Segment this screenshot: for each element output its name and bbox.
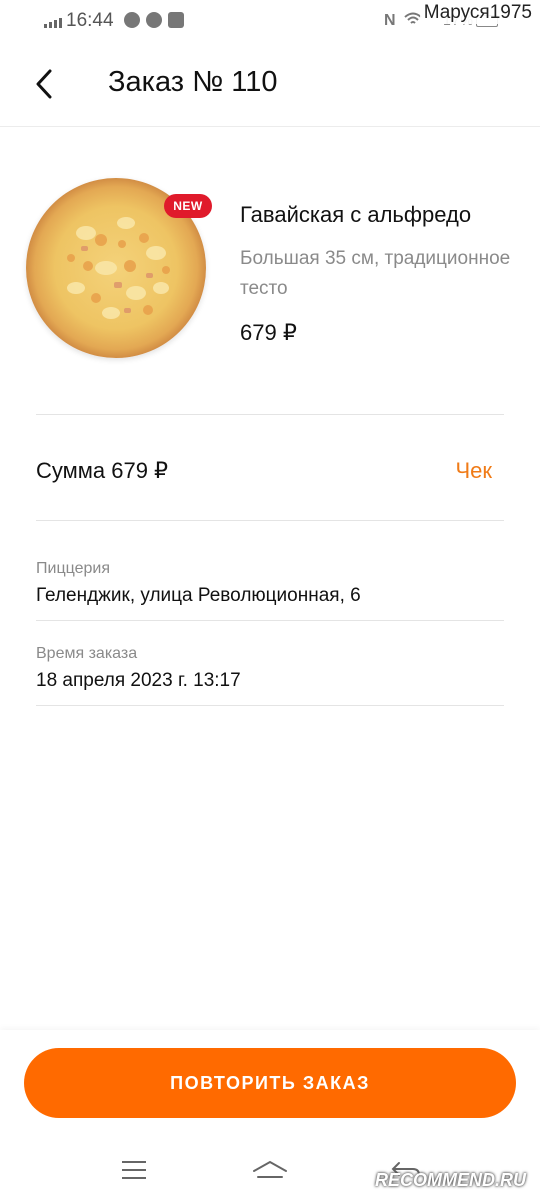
status-time: 16:44 [66, 10, 114, 31]
divider [36, 520, 504, 521]
page-title: Заказ № 110 [108, 66, 278, 98]
youtube-icon [168, 12, 184, 28]
watermark-site: RECOMMEND.RU [375, 1170, 526, 1190]
menu-icon [122, 1161, 146, 1179]
whatsapp-icon [124, 12, 140, 28]
receipt-link[interactable]: Чек [455, 458, 492, 484]
order-time-value: 18 апреля 2023 г. 13:17 [36, 670, 241, 691]
divider [36, 620, 504, 621]
order-item[interactable]: NEW Гавайская с альфредо Большая 35 см, … [0, 126, 540, 416]
pizzeria-label: Пиццерия [36, 560, 110, 577]
product-description: Большая 35 см, традиционное тесто [240, 248, 511, 299]
menu-button[interactable] [112, 1148, 156, 1192]
chevron-left-icon [36, 69, 52, 99]
signal-icon [44, 18, 62, 28]
product-price: 679 ₽ [240, 320, 297, 345]
status-bar: 16:44 N 17% Маруся1975 [0, 0, 540, 44]
new-badge: NEW [164, 194, 212, 218]
pizzeria-address: Геленджик, улица Революционная, 6 [36, 585, 361, 606]
product-name: Гавайская с альфредо [240, 202, 472, 227]
order-time-label: Время заказа [36, 645, 138, 662]
chrome-icon [146, 12, 162, 28]
back-button[interactable] [22, 62, 66, 106]
order-sum: Сумма 679 ₽ [36, 458, 169, 483]
repeat-order-button[interactable]: ПОВТОРИТЬ ЗАКАЗ [24, 1048, 516, 1118]
home-icon [253, 1160, 287, 1178]
watermark-username: Маруся1975 [419, 2, 536, 24]
home-button[interactable] [248, 1148, 292, 1192]
app-header: Заказ № 110 [0, 44, 540, 127]
nfc-icon: N [384, 12, 396, 29]
divider [36, 414, 504, 415]
divider [36, 705, 504, 706]
